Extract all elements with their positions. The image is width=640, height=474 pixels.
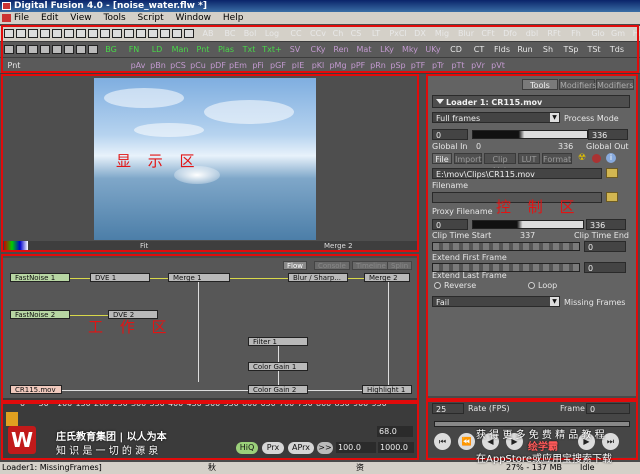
toolbar-highlight-box: [1, 25, 639, 73]
doc-icon: [2, 14, 11, 22]
menu-script[interactable]: Script: [138, 13, 164, 23]
menu-file[interactable]: File: [14, 13, 29, 23]
memory-status: 27% - 137 MB: [506, 463, 562, 472]
menu-help[interactable]: Help: [223, 13, 244, 23]
idle-status: Idle: [580, 463, 595, 472]
control-highlight-box: [426, 74, 638, 400]
status-mid-1: 秋: [208, 463, 216, 472]
status-mid-2: 资: [356, 463, 364, 472]
playback-highlight-box: [426, 400, 638, 460]
menu-view[interactable]: View: [70, 13, 91, 23]
menu-window[interactable]: Window: [176, 13, 212, 23]
status-bar: Loader1: MissingFrames] 秋 资 27% - 137 MB…: [0, 462, 640, 474]
status-message: Loader1: MissingFrames]: [2, 463, 102, 472]
timeline-highlight-box: [1, 402, 419, 460]
window-title: Digital Fusion 4.0 - [noise_water.flw *]: [14, 1, 207, 11]
app-icon: [2, 2, 11, 10]
menu-bar: File Edit View Tools Script Window Help: [0, 12, 640, 24]
menu-tools[interactable]: Tools: [103, 13, 125, 23]
menu-edit[interactable]: Edit: [41, 13, 58, 23]
title-bar: Digital Fusion 4.0 - [noise_water.flw *]: [0, 0, 640, 12]
viewer-highlight-box: [1, 74, 419, 252]
flow-highlight-box: [1, 254, 419, 402]
